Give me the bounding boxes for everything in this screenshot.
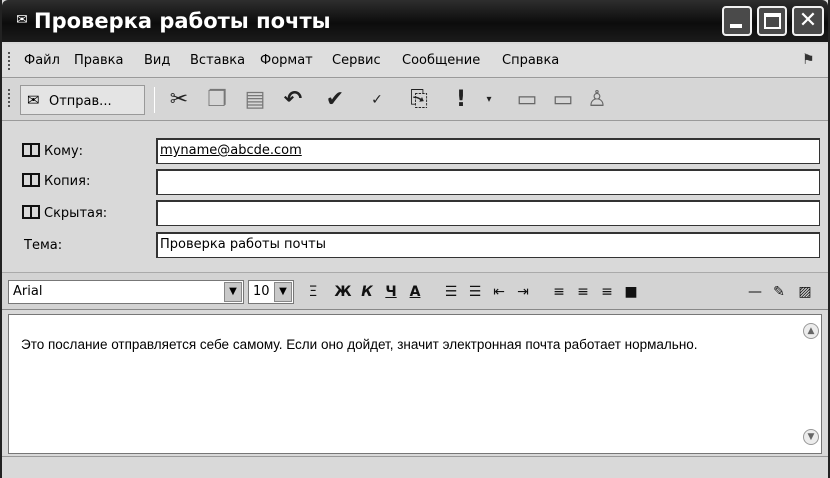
bcc-field[interactable] xyxy=(156,200,820,226)
close-button[interactable]: ✕ xyxy=(792,6,824,36)
minimize-icon xyxy=(730,24,742,28)
subject-field[interactable]: Проверка работы почты xyxy=(156,232,820,258)
priority-dropdown-icon[interactable]: ▾ xyxy=(474,85,504,115)
decrease-indent-icon[interactable]: ⇤ xyxy=(488,281,510,303)
bullet-list-icon[interactable]: ☰ xyxy=(464,281,486,303)
send-label: Отправ... xyxy=(49,94,112,109)
menubar-grip[interactable] xyxy=(8,52,11,70)
font-size-value: 10 xyxy=(253,284,270,299)
to-label[interactable]: Кому: xyxy=(22,142,83,162)
status-bar xyxy=(2,456,828,478)
envelope-icon: ✉ xyxy=(16,12,28,28)
align-right-icon[interactable]: ≡ xyxy=(596,281,618,303)
maximize-button[interactable] xyxy=(757,6,787,36)
menu-help[interactable]: Справка xyxy=(502,51,559,71)
bold-button[interactable]: Ж xyxy=(332,281,354,303)
undo-icon[interactable]: ↶ xyxy=(278,85,308,115)
check-names-icon[interactable]: ✔ xyxy=(320,85,350,115)
menu-insert[interactable]: Вставка xyxy=(190,51,245,71)
numbered-list-icon[interactable]: ☰ xyxy=(440,281,462,303)
align-left-icon[interactable]: ≡ xyxy=(548,281,570,303)
menu-bar: Файл Правка Вид Вставка Формат Сервис Со… xyxy=(2,44,828,78)
title-bar[interactable]: ✉ Проверка работы почты ✕ xyxy=(2,0,828,42)
to-address[interactable]: myname@abcde.com xyxy=(160,143,302,158)
to-field[interactable]: myname@abcde.com xyxy=(156,138,820,164)
toolbar-grip[interactable] xyxy=(8,89,11,107)
cc-field[interactable] xyxy=(156,169,820,195)
address-book-icon xyxy=(22,205,40,219)
chevron-down-icon[interactable]: ▼ xyxy=(224,282,242,302)
font-color-button[interactable]: A xyxy=(404,281,426,303)
menu-message[interactable]: Сообщение xyxy=(402,51,480,71)
horizontal-line-icon[interactable]: — xyxy=(744,281,766,303)
font-size-select[interactable]: 10 ▼ xyxy=(248,280,294,304)
send-button[interactable]: ✉ Отправ... xyxy=(20,85,145,115)
minimize-button[interactable] xyxy=(722,6,752,36)
paste-icon[interactable]: ▤ xyxy=(240,85,270,115)
cut-icon[interactable]: ✂ xyxy=(164,85,194,115)
message-body[interactable]: Это послание отправляется себе самому. Е… xyxy=(8,314,822,454)
align-center-icon[interactable]: ≡ xyxy=(572,281,594,303)
formatting-toolbar: Arial ▼ 10 ▼ Ξ Ж К Ч A ☰ ☰ ⇤ ⇥ ≡ ≡ ≡ ■ —… xyxy=(2,272,828,310)
scroll-down-button[interactable]: ▼ xyxy=(803,429,819,445)
spelling-icon[interactable]: ✓ xyxy=(362,85,392,115)
priority-icon[interactable]: ! xyxy=(446,85,476,115)
sign-icon[interactable]: ▭ xyxy=(512,85,542,115)
address-book-icon xyxy=(22,143,40,157)
address-book-icon xyxy=(22,173,40,187)
italic-button[interactable]: К xyxy=(356,281,378,303)
underline-button[interactable]: Ч xyxy=(380,281,402,303)
chevron-down-icon[interactable]: ▼ xyxy=(274,282,292,302)
insert-hyperlink-icon[interactable]: ✎ xyxy=(768,281,790,303)
maximize-icon xyxy=(764,13,781,29)
paragraph-style-icon[interactable]: Ξ xyxy=(302,281,324,303)
send-icon: ✉ xyxy=(27,91,40,109)
attach-icon[interactable]: ⎘ xyxy=(404,85,434,115)
window-title: Проверка работы почты xyxy=(34,9,331,33)
font-value: Arial xyxy=(13,284,43,299)
scroll-up-button[interactable]: ▲ xyxy=(803,323,819,339)
menu-view[interactable]: Вид xyxy=(144,51,170,71)
justify-icon[interactable]: ■ xyxy=(620,281,642,303)
increase-indent-icon[interactable]: ⇥ xyxy=(512,281,534,303)
cc-label[interactable]: Копия: xyxy=(22,172,90,192)
copy-icon[interactable]: ❐ xyxy=(202,85,232,115)
compose-window: ✉ Проверка работы почты ✕ Файл Правка Ви… xyxy=(0,0,830,478)
standard-toolbar: ✉ Отправ... ✂ ❐ ▤ ↶ ✔ ✓ ⎘ ! ▾ ▭ ▭ ♙ xyxy=(2,79,828,121)
encrypt-icon[interactable]: ▭ xyxy=(548,85,578,115)
menu-format[interactable]: Формат xyxy=(260,51,313,71)
menu-file[interactable]: Файл xyxy=(24,51,60,71)
address-area: Кому: myname@abcde.com Копия: Скрытая: Т… xyxy=(2,122,828,268)
font-select[interactable]: Arial ▼ xyxy=(8,280,244,304)
menu-tools[interactable]: Сервис xyxy=(332,51,381,71)
close-icon: ✕ xyxy=(798,8,818,33)
toolbar-separator xyxy=(154,87,155,113)
insert-picture-icon[interactable]: ▨ xyxy=(794,281,816,303)
windows-flag-icon: ⚑ xyxy=(802,52,815,68)
menu-edit[interactable]: Правка xyxy=(74,51,123,71)
offline-icon[interactable]: ♙ xyxy=(582,85,612,115)
subject-label: Тема: xyxy=(24,238,63,253)
bcc-label[interactable]: Скрытая: xyxy=(22,204,107,224)
message-text[interactable]: Это послание отправляется себе самому. Е… xyxy=(21,335,791,354)
